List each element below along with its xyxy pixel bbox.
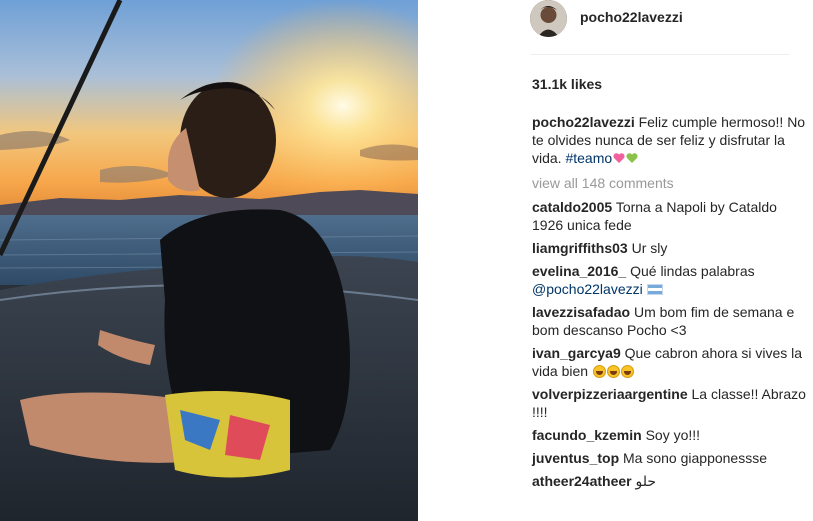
- comment-username[interactable]: atheer24atheer: [532, 473, 632, 489]
- argentina-flag-icon: [646, 284, 663, 295]
- avatar[interactable]: [530, 0, 567, 37]
- comment-item: cataldo2005 Torna a Napoli by Cataldo 19…: [532, 198, 808, 234]
- comment-text: حلو: [635, 473, 657, 489]
- laughing-face-icon: [592, 365, 606, 378]
- comment-username[interactable]: facundo_kzemin: [532, 427, 642, 443]
- comment-username[interactable]: liamgriffiths03: [532, 240, 628, 256]
- pink-heart-icon: [613, 153, 625, 163]
- sunset-boat-photo: [0, 0, 418, 521]
- comment-item: lavezzisafadao Um bom fim de semana e bo…: [532, 303, 808, 339]
- comment-text: Ma sono giapponessse: [623, 450, 768, 466]
- avatar-image: [530, 0, 567, 37]
- comment-username[interactable]: evelina_2016_: [532, 263, 626, 279]
- comment-username[interactable]: lavezzisafadao: [532, 304, 630, 320]
- like-count[interactable]: 31.1k likes: [532, 76, 602, 92]
- hashtag-link[interactable]: #teamo: [565, 150, 612, 166]
- comment-text: Qué lindas palabras: [630, 263, 755, 279]
- comment-item: juventus_top Ma sono giapponessse: [532, 449, 808, 467]
- comment-username[interactable]: juventus_top: [532, 450, 619, 466]
- laughing-face-icon: [606, 365, 620, 378]
- comment-item: volverpizzeriaargentine La classe!! Abra…: [532, 385, 808, 421]
- mention-link[interactable]: @pocho22lavezzi: [532, 281, 643, 297]
- comment-item: facundo_kzemin Soy yo!!!: [532, 426, 808, 444]
- comment-username[interactable]: cataldo2005: [532, 199, 612, 215]
- view-all-comments-link[interactable]: view all 148 comments: [532, 174, 808, 192]
- comment-item: liamgriffiths03 Ur sly: [532, 239, 808, 257]
- green-heart-icon: [626, 153, 638, 163]
- comment-item: atheer24atheer حلو: [532, 472, 808, 490]
- post-header: pocho22lavezzi: [530, 0, 790, 55]
- caption-username[interactable]: pocho22lavezzi: [532, 114, 635, 130]
- comment-text: Soy yo!!!: [645, 427, 701, 443]
- post-side-panel: pocho22lavezzi 31.1k likes pocho22lavezz…: [418, 0, 813, 521]
- post-photo[interactable]: [0, 0, 418, 521]
- comments-list: pocho22lavezzi Feliz cumple hermoso!! No…: [532, 113, 808, 495]
- caption: pocho22lavezzi Feliz cumple hermoso!! No…: [532, 113, 808, 167]
- comment-username[interactable]: volverpizzeriaargentine: [532, 386, 688, 402]
- comment-text: Ur sly: [631, 240, 668, 256]
- comment-item: ivan_garcya9 Que cabron ahora si vives l…: [532, 344, 808, 380]
- comment-username[interactable]: ivan_garcya9: [532, 345, 621, 361]
- comment-item: evelina_2016_ Qué lindas palabras @pocho…: [532, 262, 808, 298]
- laughing-face-icon: [620, 365, 634, 378]
- header-username-link[interactable]: pocho22lavezzi: [580, 9, 683, 25]
